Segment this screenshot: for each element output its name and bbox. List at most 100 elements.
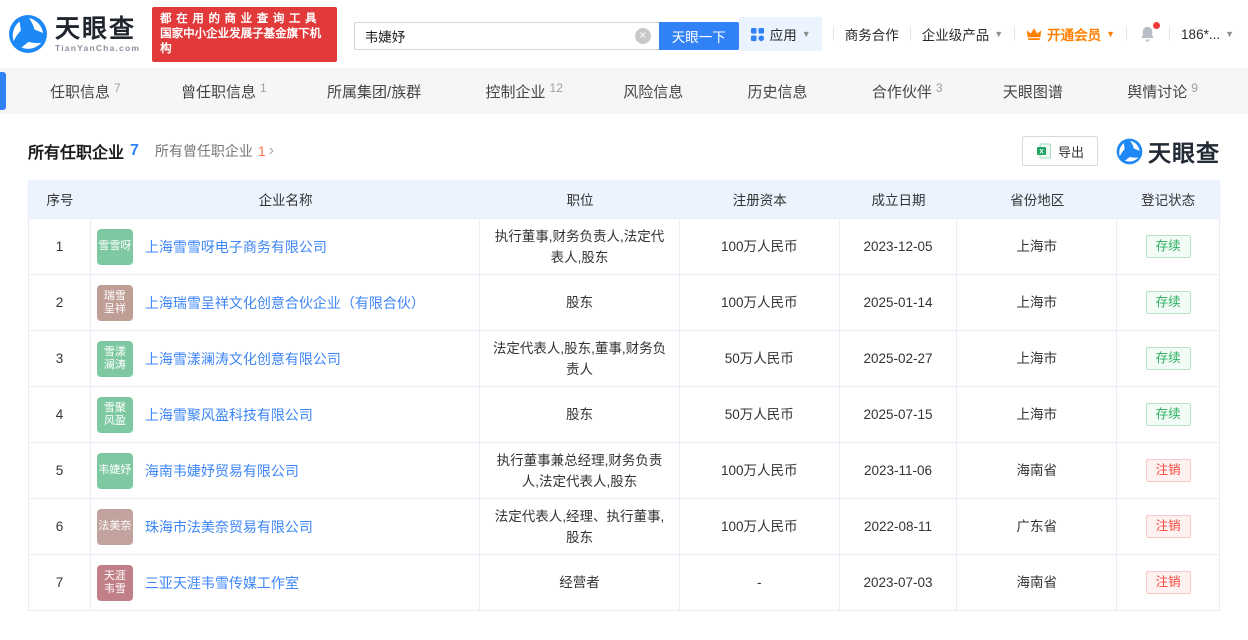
export-button[interactable]: X 导出 (1021, 136, 1098, 166)
chevron-down-icon: ▼ (1106, 29, 1116, 39)
status-badge: 存续 (1145, 347, 1191, 370)
col-header-company: 企业名称 (258, 193, 313, 208)
business-cooperation-link[interactable]: 商务合作 (845, 24, 899, 44)
search-button[interactable]: 天眼一下 (658, 22, 739, 50)
tab-count: 7 (114, 81, 121, 95)
capital-cell: 50万人民币 (680, 331, 840, 386)
divider (909, 27, 911, 41)
table-row: 1 雪雪呀 上海雪雪呀电子商务有限公司 执行董事,财务负责人,法定代表人,股东 … (29, 218, 1219, 274)
promo-badge: 都在用的商业查询工具 国家中小企业发展子基金旗下机构 (152, 6, 337, 62)
tianyancha-logo[interactable]: 天眼查 TianYanCha.com (8, 14, 140, 54)
position-cell: 执行董事,财务负责人,法定代表人,股东 (480, 219, 680, 274)
row-index: 4 (29, 387, 91, 442)
tab-count: 3 (935, 81, 943, 95)
logo-subtitle: TianYanCha.com (55, 42, 141, 53)
section-title: 所有任职企业 (28, 145, 125, 162)
crown-icon (1026, 28, 1042, 40)
position-cell: 法定代表人,股东,董事,财务负责人 (480, 331, 680, 386)
profile-tab-bar: 任职信息 7 曾任职信息 1 所属集团/族群 控制企业 12 风险信息 历史信息… (0, 68, 1248, 114)
province-cell: 上海市 (957, 387, 1118, 442)
company-name-link[interactable]: 上海雪雪呀电子商务有限公司 (145, 237, 327, 257)
col-header-province: 省份地区 (1010, 193, 1065, 208)
logo-title: 天眼查 (55, 14, 137, 43)
company-avatar: 天涯 韦雪 (96, 564, 133, 601)
search-input[interactable] (353, 22, 659, 50)
col-header-position: 职位 (566, 193, 594, 208)
svg-text:X: X (1039, 149, 1044, 156)
date-cell: 2025-02-27 (840, 331, 958, 386)
row-index: 2 (29, 275, 91, 330)
table-row: 2 瑞雪 呈祥 上海瑞雪呈祥文化创意合伙企业（有限合伙） 股东 100万人民币 … (29, 274, 1219, 330)
tianyancha-swirl-icon (1116, 138, 1143, 164)
company-avatar: 法美奈 (96, 508, 133, 545)
tianyancha-watermark: 天眼查 (1116, 134, 1220, 168)
company-avatar: 韦婕妤 (96, 452, 133, 489)
user-account-menu[interactable]: 186*... ▼ (1181, 27, 1234, 42)
status-badge: 注销 (1145, 515, 1191, 538)
table-row: 3 雪漾 澜涛 上海雪漾澜涛文化创意有限公司 法定代表人,股东,董事,财务负责人… (29, 330, 1219, 386)
table-row: 5 韦婕妤 海南韦婕妤贸易有限公司 执行董事兼总经理,财务负责人,法定代表人,股… (29, 442, 1219, 498)
company-name-link[interactable]: 海南韦婕妤贸易有限公司 (145, 461, 299, 481)
position-cell: 经营者 (480, 555, 680, 610)
province-cell: 上海市 (957, 275, 1118, 330)
tab-count: 1 (260, 81, 267, 95)
company-name-link[interactable]: 三亚天涯韦雪传媒工作室 (145, 573, 299, 593)
search-area: × 天眼一下 (353, 16, 739, 50)
table-row: 6 法美奈 珠海市法美奈贸易有限公司 法定代表人,经理、执行董事,股东 100万… (29, 498, 1219, 554)
user-phone: 186*... (1181, 26, 1221, 42)
former-positions-link[interactable]: 所有曾任职企业 1 › (155, 141, 274, 161)
company-name-link[interactable]: 上海瑞雪呈祥文化创意合伙企业（有限合伙） (145, 293, 425, 313)
notification-dot (1153, 22, 1161, 29)
apps-grid-icon (750, 27, 764, 41)
company-name-link[interactable]: 上海雪聚风盈科技有限公司 (145, 405, 313, 425)
province-cell: 广东省 (957, 499, 1118, 554)
chevron-right-icon: › (268, 142, 275, 159)
section-title-count: 7 (130, 142, 139, 159)
col-header-capital: 注册资本 (732, 193, 787, 208)
position-cell: 股东 (480, 387, 680, 442)
enterprise-products-menu[interactable]: 企业级产品 ▼ (922, 24, 1003, 44)
table-body: 1 雪雪呀 上海雪雪呀电子商务有限公司 执行董事,财务负责人,法定代表人,股东 … (29, 218, 1219, 610)
positions-table: 序号 企业名称 职位 注册资本 成立日期 省份地区 登记状态 1 雪雪呀 上海雪… (28, 180, 1220, 611)
province-cell: 上海市 (957, 219, 1118, 274)
position-cell: 股东 (480, 275, 680, 330)
top-header: 天眼查 TianYanCha.com 都在用的商业查询工具 国家中小企业发展子基… (0, 0, 1248, 68)
status-badge: 存续 (1145, 403, 1191, 426)
divider (1126, 27, 1128, 41)
date-cell: 2023-11-06 (840, 443, 958, 498)
col-header-index: 序号 (46, 193, 74, 208)
province-cell: 海南省 (957, 555, 1118, 610)
table-row: 7 天涯 韦雪 三亚天涯韦雪传媒工作室 经营者 - 2023-07-03 海南省… (29, 554, 1219, 610)
watermark-text: 天眼查 (1148, 140, 1220, 166)
position-cell: 执行董事兼总经理,财务负责人,法定代表人,股东 (480, 443, 680, 498)
tianyancha-swirl-icon (9, 15, 47, 53)
company-name-link[interactable]: 珠海市法美奈贸易有限公司 (145, 517, 313, 537)
status-badge: 注销 (1145, 571, 1191, 594)
search-type-tabs (354, 16, 739, 20)
vip-upgrade-link[interactable]: 开通会员 ▼ (1026, 24, 1115, 44)
positions-section: 所有任职企业 7 所有曾任职企业 1 › X 导出 天眼查 序号 企业名称 职位… (0, 114, 1248, 611)
date-cell: 2023-12-05 (840, 219, 958, 274)
province-cell: 上海市 (957, 331, 1118, 386)
clear-icon[interactable]: × (634, 28, 651, 44)
row-index: 6 (29, 499, 91, 554)
col-header-date: 成立日期 (871, 193, 926, 208)
divider (832, 27, 834, 41)
company-name-link[interactable]: 上海雪漾澜涛文化创意有限公司 (145, 349, 341, 369)
side-accent-strip (0, 72, 6, 110)
notifications-bell[interactable] (1138, 22, 1161, 45)
company-avatar: 瑞雪 呈祥 (96, 284, 133, 321)
capital-cell: 100万人民币 (680, 275, 840, 330)
status-badge: 存续 (1145, 291, 1191, 314)
company-avatar: 雪雪呀 (96, 228, 133, 265)
province-cell: 海南省 (957, 443, 1118, 498)
row-index: 7 (29, 555, 91, 610)
status-badge: 存续 (1145, 235, 1191, 258)
tab-count: 9 (1191, 81, 1198, 95)
table-row: 4 雪聚 风盈 上海雪聚风盈科技有限公司 股东 50万人民币 2025-07-1… (29, 386, 1219, 442)
divider (1014, 27, 1016, 41)
date-cell: 2022-08-11 (840, 499, 958, 554)
excel-icon: X (1036, 143, 1051, 159)
apps-menu[interactable]: 应用 ▼ (738, 17, 822, 51)
date-cell: 2025-07-15 (840, 387, 958, 442)
